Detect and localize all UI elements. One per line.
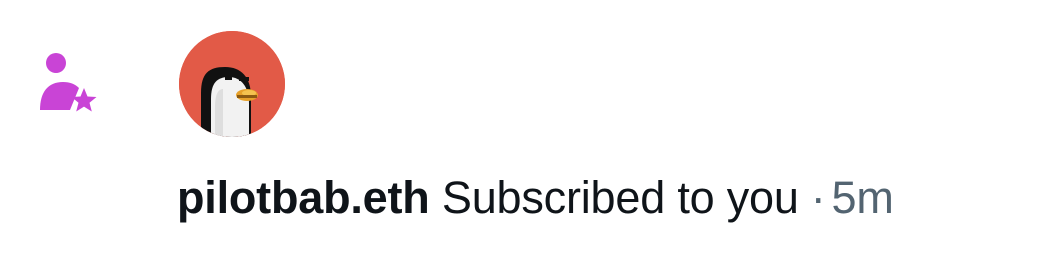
person-star-icon — [38, 50, 100, 118]
penguin-avatar — [179, 31, 285, 137]
separator: · — [810, 172, 826, 223]
notification-text: pilotbab.eth Subscribed to you · 5m — [177, 168, 894, 228]
timestamp[interactable]: 5m — [832, 172, 894, 223]
avatar[interactable] — [179, 31, 285, 137]
username-link[interactable]: pilotbab.eth — [177, 172, 430, 223]
notification-action: Subscribed to you — [441, 172, 799, 223]
subscription-notification[interactable]: pilotbab.eth Subscribed to you · 5m — [0, 0, 1040, 257]
